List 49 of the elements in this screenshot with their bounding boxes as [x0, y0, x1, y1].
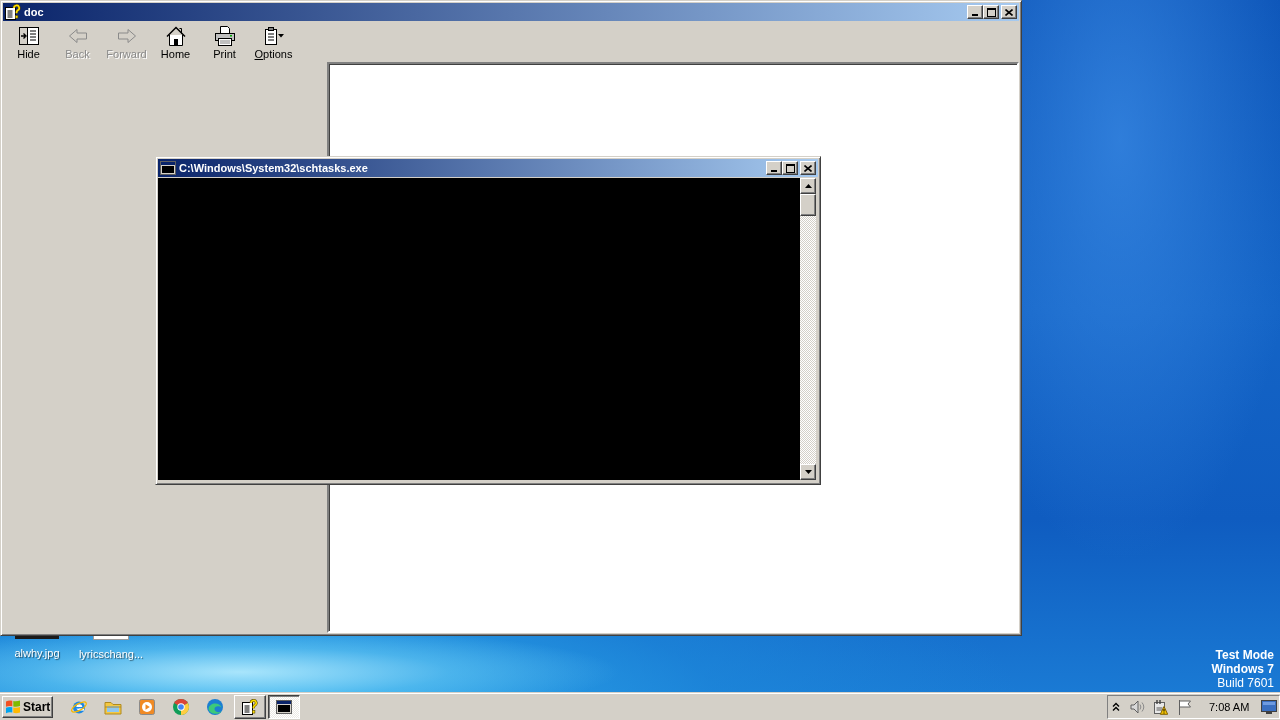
close-button[interactable] [800, 161, 816, 175]
test-mode-text: Test Mode [1215, 648, 1274, 662]
scroll-up-button[interactable] [800, 178, 816, 194]
printer-icon [214, 26, 235, 46]
clipboard-icon [263, 26, 284, 46]
scrollbar-thumb[interactable] [800, 194, 816, 216]
down-triangle-icon [804, 470, 812, 474]
flag-icon[interactable] [1177, 698, 1193, 715]
close-icon [804, 164, 812, 172]
home-button[interactable]: Home [151, 21, 200, 62]
options-button[interactable]: Options [249, 21, 298, 62]
windows-edition-text: Windows 7 [1211, 662, 1274, 676]
maximize-icon [785, 163, 795, 173]
left-arrow-icon [67, 26, 88, 46]
minimize-button[interactable] [766, 161, 782, 175]
window-title: C:\Windows\System32\schtasks.exe [179, 162, 368, 174]
play-icon[interactable] [138, 697, 156, 716]
split-pane-icon [18, 26, 39, 46]
maximize-icon [986, 7, 996, 17]
minimize-button[interactable] [967, 5, 983, 19]
print-button[interactable]: Print [200, 21, 249, 62]
window-title: doc [24, 6, 44, 18]
help-document-icon [242, 698, 258, 715]
double-chevron-up-icon[interactable] [1112, 702, 1120, 711]
clock[interactable]: 7:08 AM [1209, 700, 1250, 713]
right-arrow-icon [116, 26, 137, 46]
house-icon [165, 26, 186, 46]
up-triangle-icon [804, 184, 812, 188]
network-warning-icon[interactable] [1152, 698, 1168, 715]
four-pane-flag-icon [5, 699, 21, 714]
document-file-icon[interactable] [93, 636, 129, 640]
minimize-icon [972, 14, 978, 16]
close-button[interactable] [1001, 5, 1017, 19]
taskbar-button[interactable] [268, 694, 300, 719]
speaker-icon[interactable] [1130, 699, 1145, 714]
console-window-icon[interactable] [160, 160, 176, 176]
maximize-button[interactable] [983, 5, 999, 19]
console-window-icon [276, 698, 292, 715]
start-button[interactable]: Start [2, 695, 53, 718]
swirl-icon[interactable] [206, 697, 224, 716]
help-document-icon[interactable] [5, 4, 21, 20]
monitor-icon[interactable] [1261, 699, 1277, 714]
maximize-button[interactable] [782, 161, 798, 175]
hide-button[interactable]: Hide [4, 21, 53, 62]
close-icon [1005, 8, 1013, 16]
build-number-text: Build 7601 [1217, 676, 1274, 690]
scroll-down-button[interactable] [800, 464, 816, 480]
minimize-icon [771, 170, 777, 172]
tricolor-circle-icon[interactable] [172, 697, 190, 716]
